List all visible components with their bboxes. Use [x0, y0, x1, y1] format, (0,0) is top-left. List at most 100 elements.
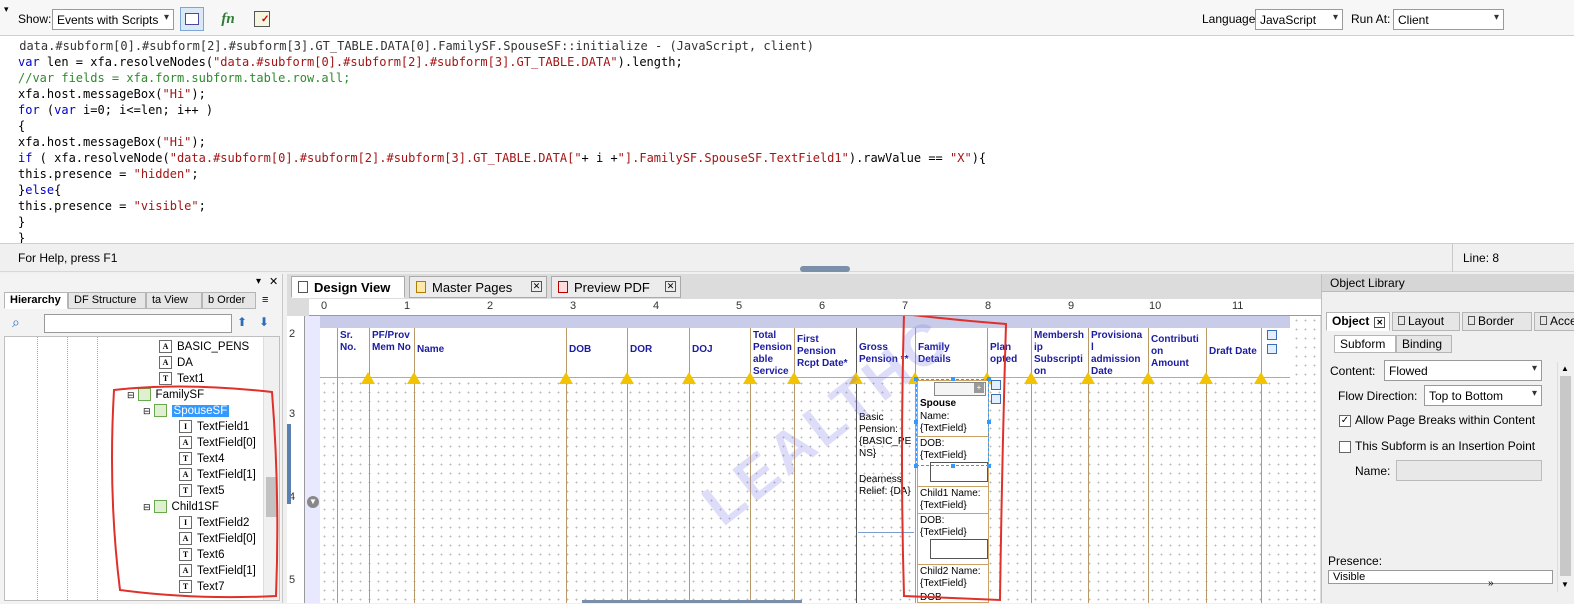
warning-icon[interactable] — [787, 372, 801, 384]
warning-icon[interactable] — [620, 372, 634, 384]
page-icon — [298, 281, 308, 293]
object-library-title: Object Library — [1330, 276, 1405, 290]
status-divider — [1452, 244, 1453, 272]
tree-item-basic-pens[interactable]: A BASIC_PENS — [159, 339, 249, 355]
splitter-handle[interactable] — [800, 266, 850, 272]
events-toggle-button[interactable] — [180, 7, 204, 31]
chevron-double-down-icon[interactable]: » — [1488, 578, 1494, 589]
content-label: Content: — [1330, 364, 1376, 378]
tab-layout[interactable]: Layout — [1392, 312, 1460, 331]
warning-icon[interactable] — [1141, 372, 1155, 384]
arrow-up-icon[interactable]: ⬆ — [237, 315, 247, 329]
close-icon[interactable]: ✕ — [1374, 317, 1386, 328]
tab-accessibility[interactable]: Accessibility — [1534, 312, 1574, 331]
col-header-membership[interactable]: Membersh ip Subscripti on — [1034, 330, 1086, 378]
subtab-binding[interactable]: Binding — [1396, 335, 1452, 353]
draw-text-field-icon: A — [159, 356, 172, 370]
warning-icon[interactable] — [1254, 372, 1268, 384]
red-annotation-outline — [111, 385, 279, 599]
warning-icon[interactable] — [1199, 372, 1213, 384]
tab-design-view[interactable]: Design View — [291, 276, 405, 298]
tab-pdf-structure[interactable]: DF Structure — [68, 292, 146, 309]
presence-label: Presence: — [1328, 554, 1383, 568]
col-header-name[interactable]: Name — [417, 344, 497, 356]
code-line-5: { — [18, 119, 26, 133]
close-icon[interactable]: ✕ — [269, 275, 278, 288]
status-help-text: For Help, press F1 — [18, 251, 118, 265]
col-header-pf-prov[interactable]: PF/Prov Mem No — [372, 330, 414, 354]
close-icon[interactable]: ✕ — [665, 281, 676, 292]
tab-tab-order[interactable]: b Order — [202, 292, 256, 309]
code-line-9: }else{ — [18, 183, 62, 197]
arrow-down-icon[interactable]: ⬇ — [259, 315, 269, 329]
script-header: data.#subform[0].#subform[2].#subform[3]… — [12, 39, 814, 53]
chevron-down-icon[interactable]: ▼ — [1561, 580, 1569, 589]
chevron-up-icon[interactable]: ▲ — [1561, 364, 1569, 373]
close-icon[interactable]: ✕ — [531, 281, 542, 292]
code-line-10: this.presence = "visible"; — [18, 199, 206, 213]
name-input — [1396, 460, 1542, 481]
insertion-point-checkbox[interactable]: This Subform is an Insertion Point — [1339, 439, 1535, 453]
form-canvas[interactable]: Sr. No. PF/Prov Mem No Name DOB DOR DOJ … — [320, 316, 1320, 603]
warning-icon[interactable] — [407, 372, 421, 384]
col-header-draft-date[interactable]: Draft Date — [1209, 346, 1269, 358]
flow-direction-label: Flow Direction: — [1338, 389, 1418, 403]
run-at-label: Run At: — [1351, 12, 1391, 26]
show-select[interactable]: Events with Scripts ▾ — [52, 9, 174, 30]
object-panel-scrollbar[interactable]: ▲ ▼ — [1557, 362, 1573, 592]
status-bar: For Help, press F1 Line: 8 — [0, 244, 1574, 272]
warning-icon[interactable] — [743, 372, 757, 384]
expand-icon[interactable]: ▼ — [307, 496, 319, 508]
warning-icon[interactable] — [682, 372, 696, 384]
col-header-dor[interactable]: DOR — [630, 344, 680, 356]
code-line-7: if ( xfa.resolveNode("data.#subform[0].#… — [18, 151, 987, 165]
object-library-header[interactable]: Object Library — [1322, 274, 1574, 292]
collapse-icon[interactable]: ▾ — [4, 4, 9, 15]
script-indicator-icon[interactable] — [1267, 330, 1277, 340]
tab-preview-pdf[interactable]: Preview PDF ✕ — [551, 276, 681, 298]
code-line-8: this.presence = "hidden"; — [18, 167, 199, 181]
hierarchy-panel: ▾ ✕ Hierarchy DF Structure ta View b Ord… — [0, 274, 283, 603]
tab-hierarchy[interactable]: Hierarchy — [4, 292, 68, 309]
language-select[interactable]: JavaScript ▾ — [1255, 9, 1343, 30]
master-pages-icon — [416, 281, 426, 293]
name-label: Name: — [1355, 464, 1391, 478]
accessibility-icon — [1540, 316, 1547, 325]
table-top-band — [320, 316, 1290, 328]
col-header-total-pensionable-service[interactable]: Total Pension able Service — [753, 330, 793, 378]
panel-options-icon[interactable]: ≡ — [262, 294, 268, 306]
warning-icon[interactable] — [1081, 372, 1095, 384]
show-label: Show: — [18, 12, 52, 26]
tree-item-da[interactable]: A DA — [159, 355, 193, 371]
run-at-select[interactable]: Client ▾ — [1393, 9, 1504, 30]
warning-icon[interactable] — [1024, 372, 1038, 384]
functions-button[interactable]: fn — [216, 7, 240, 31]
flow-direction-select[interactable]: Top to Bottom ▾ — [1424, 385, 1542, 406]
hierarchy-search-input[interactable] — [44, 314, 232, 333]
warning-icon[interactable] — [559, 372, 573, 384]
subtab-subform[interactable]: Subform — [1334, 335, 1396, 353]
checkbox-unchecked-icon — [1339, 440, 1351, 453]
col-header-contribution[interactable]: Contributi on Amount — [1151, 334, 1201, 370]
search-icon[interactable]: ⌕ — [12, 314, 20, 331]
tab-data-view[interactable]: ta View — [146, 292, 202, 309]
col-header-sr-no[interactable]: Sr. No. — [340, 330, 368, 354]
events-icon — [185, 13, 199, 25]
tab-border[interactable]: Border — [1462, 312, 1532, 331]
allow-page-breaks-checkbox[interactable]: ✓ Allow Page Breaks within Content — [1339, 413, 1535, 427]
panel-menu-icon[interactable]: ▾ — [256, 276, 261, 287]
col-header-provisional[interactable]: Provisiona l admission Date — [1091, 330, 1145, 378]
left-splitter[interactable] — [287, 424, 291, 504]
check-syntax-button[interactable]: ✓ — [250, 7, 274, 31]
tab-object[interactable]: Object ✕ — [1326, 312, 1390, 331]
language-select-value: JavaScript — [1260, 13, 1317, 27]
content-select[interactable]: Flowed ▾ — [1384, 360, 1542, 381]
chevron-down-icon: ▾ — [1332, 12, 1338, 23]
presence-select[interactable]: Visible — [1328, 570, 1553, 584]
script-editor[interactable]: data.#subform[0].#subform[2].#subform[3]… — [0, 36, 1574, 244]
tab-master-pages[interactable]: Master Pages ✕ — [409, 276, 547, 298]
col-header-doj[interactable]: DOJ — [692, 344, 742, 356]
script-indicator-icon[interactable] — [1267, 344, 1277, 354]
col-header-dob[interactable]: DOB — [569, 344, 619, 356]
warning-icon[interactable] — [361, 372, 375, 384]
